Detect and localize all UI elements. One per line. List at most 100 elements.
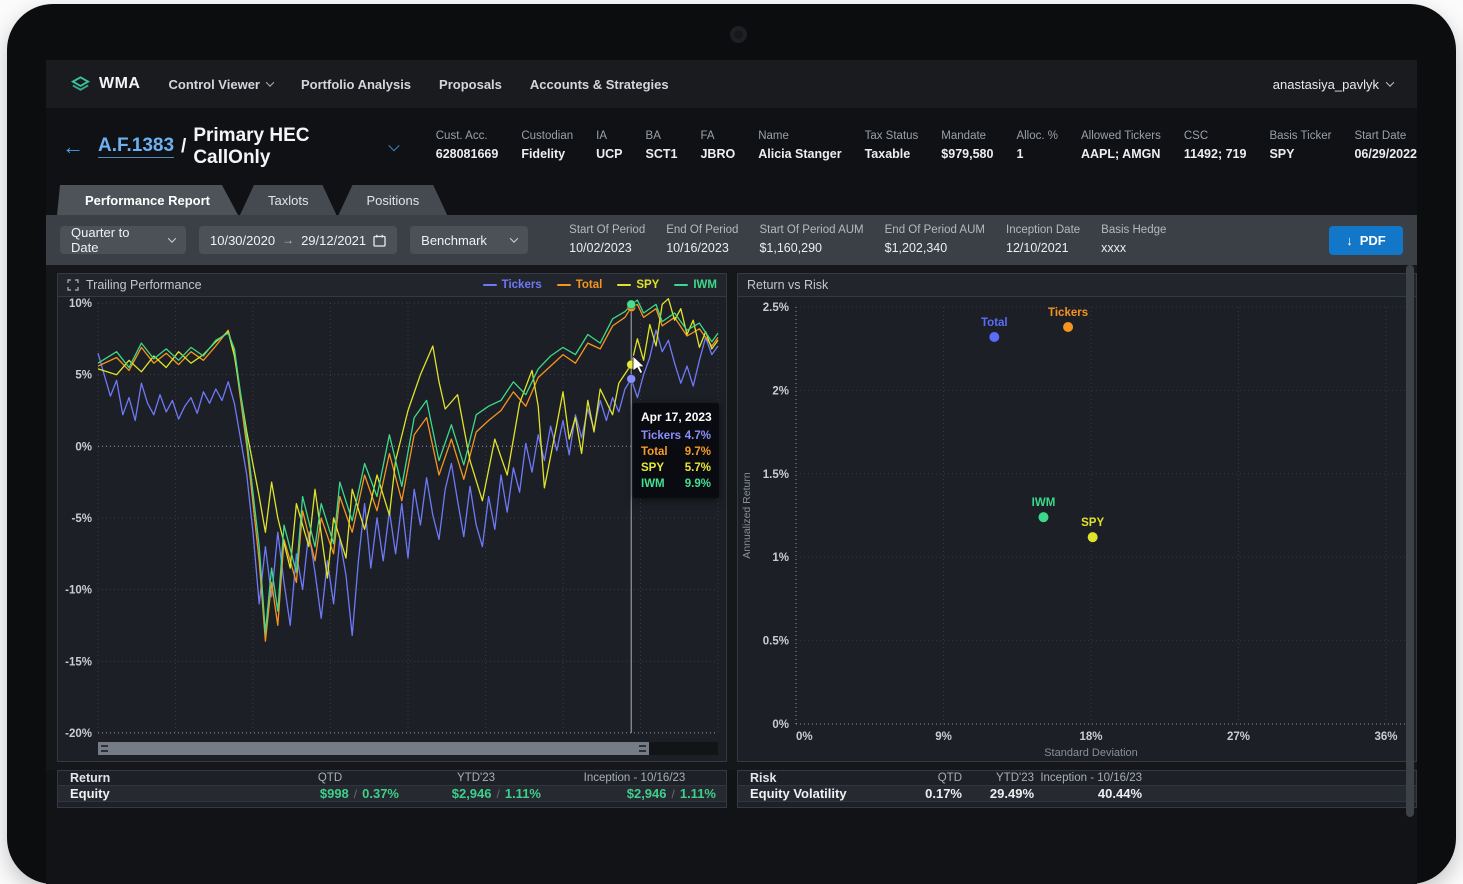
risk-value: 29.49%: [962, 786, 1034, 801]
percent-value: 0.37%: [362, 786, 399, 801]
field-label: Custodian: [521, 130, 573, 142]
tab-label: Performance Report: [85, 193, 210, 208]
legend-item-total[interactable]: Total: [557, 279, 603, 291]
nav-item-label: Accounts & Strategies: [530, 77, 669, 92]
brand-label: WMA: [99, 75, 140, 93]
nav-item-proposals[interactable]: Proposals: [439, 77, 502, 92]
pdf-download-button[interactable]: ↓ PDF: [1329, 226, 1403, 255]
legend-item-tickers[interactable]: Tickers: [483, 279, 542, 291]
legend-swatch: [674, 284, 688, 286]
slash-divider: /: [672, 787, 675, 801]
scrollbar-grip-icon: [101, 745, 108, 752]
return-vs-risk-panel: Return vs Risk 0%9%18%27%36%0%0.5%1%1.5%…: [737, 273, 1417, 762]
column-header-ytd-23: YTD'23: [405, 772, 547, 784]
account-id-link[interactable]: A.F.1383: [98, 135, 174, 158]
top-nav: WMA Control Viewer Portfolio Analysis Prop…: [46, 60, 1417, 108]
return-vs-risk-chart[interactable]: 0%9%18%27%36%0%0.5%1%1.5%2%2.5%Standard …: [738, 297, 1416, 761]
user-menu[interactable]: anastasiya_pavlyk: [1273, 77, 1393, 92]
column-header-inception-10-16-23: Inception - 10/16/23: [547, 772, 722, 784]
field-value: $1,202,340: [885, 241, 948, 255]
y-axis-title: Annualized Return: [741, 472, 753, 559]
legend-swatch: [557, 284, 571, 286]
pdf-button-label: PDF: [1360, 233, 1386, 248]
field-label: Start Of Period: [569, 224, 645, 236]
tab-positions[interactable]: Positions: [338, 185, 447, 215]
chevron-down-icon: [510, 234, 518, 242]
arrow-right-icon: →: [282, 233, 294, 247]
panel-title: Return vs Risk: [747, 278, 828, 292]
tooltip-row-iwm: IWM9.9%: [641, 478, 711, 490]
value-pair: $2,946/1.11%: [405, 786, 547, 801]
line-chart-body: 10%5%0%-5%-10%-15%-20% Apr 17, 2023 Tick…: [58, 297, 726, 741]
tab-performance-report[interactable]: Performance Report: [57, 185, 238, 215]
field-value: 12/10/2021: [1006, 241, 1069, 255]
field-label: Inception Date: [1006, 224, 1080, 236]
field-label: End Of Period: [666, 224, 738, 236]
scatter-point-label: SPY: [1081, 517, 1104, 529]
account-chevron-down-icon[interactable]: [388, 140, 399, 151]
account-separator: /: [181, 136, 186, 158]
account-field-start-date: Start Date06/29/2022: [1354, 130, 1417, 163]
row-label: Equity: [70, 786, 255, 801]
chart-scrollbar-thumb[interactable]: [98, 742, 649, 755]
y-axis-tick-label: 0%: [75, 441, 92, 453]
field-value: 1: [1016, 147, 1023, 161]
scrollbar-grip-icon: [639, 745, 646, 752]
x-axis-tick-label: 18%: [1080, 731, 1103, 743]
chart-scrollbar-track[interactable]: [98, 742, 718, 755]
series-line-spy: [98, 299, 718, 578]
field-value: JBRO: [700, 147, 735, 161]
scatter-point-label: Tickers: [1048, 307, 1088, 319]
app-screen: WMA Control Viewer Portfolio Analysis Prop…: [46, 60, 1417, 884]
field-value: $979,580: [941, 147, 993, 161]
user-name: anastasiya_pavlyk: [1273, 77, 1379, 92]
field-value: 628081669: [436, 147, 499, 161]
date-start: 10/30/2020: [210, 233, 275, 248]
chevron-down-icon: [168, 234, 176, 242]
field-value: 10/16/2023: [666, 241, 729, 255]
scatter-point-tickers[interactable]: [1063, 322, 1073, 332]
account-field-basis-ticker: Basis TickerSPY: [1269, 130, 1331, 163]
y-axis-tick-label: 0%: [772, 719, 789, 731]
y-axis-tick-label: -5%: [72, 513, 92, 525]
scatter-point-iwm[interactable]: [1038, 512, 1048, 522]
benchmark-select[interactable]: Benchmark: [410, 226, 528, 254]
field-label: End Of Period AUM: [885, 224, 985, 236]
scatter-point-total[interactable]: [989, 332, 999, 342]
account-name: Primary HEC CallOnly: [193, 125, 380, 169]
tooltip-series-name: IWM: [641, 478, 665, 490]
value-pair: $998/0.37%: [255, 786, 405, 801]
tooltip-series-name: Tickers: [641, 430, 681, 442]
filter-fields: Start Of Period10/02/2023End Of Period10…: [569, 224, 1166, 257]
field-label: Alloc. %: [1016, 130, 1058, 142]
y-axis-tick-label: 2%: [772, 385, 789, 397]
expand-icon[interactable]: [67, 279, 79, 291]
trailing-performance-chart[interactable]: 10%5%0%-5%-10%-15%-20%: [58, 297, 726, 741]
legend-item-iwm[interactable]: IWM: [674, 279, 717, 291]
account-field-custodian: CustodianFidelity: [521, 130, 573, 163]
y-axis-tick-label: 0.5%: [763, 636, 789, 648]
tab-label: Positions: [366, 193, 419, 208]
back-arrow-icon[interactable]: ←: [62, 136, 84, 158]
field-value: $1,160,290: [759, 241, 822, 255]
legend-item-spy[interactable]: SPY: [617, 279, 659, 291]
period-select-value: Quarter to Date: [71, 225, 159, 255]
nav-item-portfolio-analysis[interactable]: Portfolio Analysis: [301, 77, 411, 92]
nav-item-accounts-strategies[interactable]: Accounts & Strategies: [530, 77, 669, 92]
brand[interactable]: WMA: [70, 74, 140, 94]
filter-field-inception-date: Inception Date 12/10/2021: [1006, 224, 1080, 257]
nav-item-control-viewer[interactable]: Control Viewer: [168, 77, 273, 92]
page-scrollbar-thumb[interactable]: [1406, 265, 1414, 817]
period-select[interactable]: Quarter to Date: [60, 226, 186, 254]
legend-label: Total: [576, 279, 603, 291]
tab-taxlots[interactable]: Taxlots: [240, 185, 336, 215]
tooltip-rows: Tickers4.7%Total9.7%SPY5.7%IWM9.9%: [641, 430, 711, 490]
account-field-fa: FAJBRO: [700, 130, 735, 163]
legend-label: IWM: [693, 279, 717, 291]
risk-value: 0.17%: [900, 786, 962, 801]
chart-tooltip: Apr 17, 2023 Tickers4.7%Total9.7%SPY5.7%…: [633, 403, 719, 498]
date-range-picker[interactable]: 10/30/2020 → 29/12/2021: [199, 226, 397, 254]
legend-swatch: [483, 284, 497, 286]
filter-field-end-of-period: End Of Period 10/16/2023: [666, 224, 738, 257]
scatter-point-spy[interactable]: [1088, 532, 1098, 542]
